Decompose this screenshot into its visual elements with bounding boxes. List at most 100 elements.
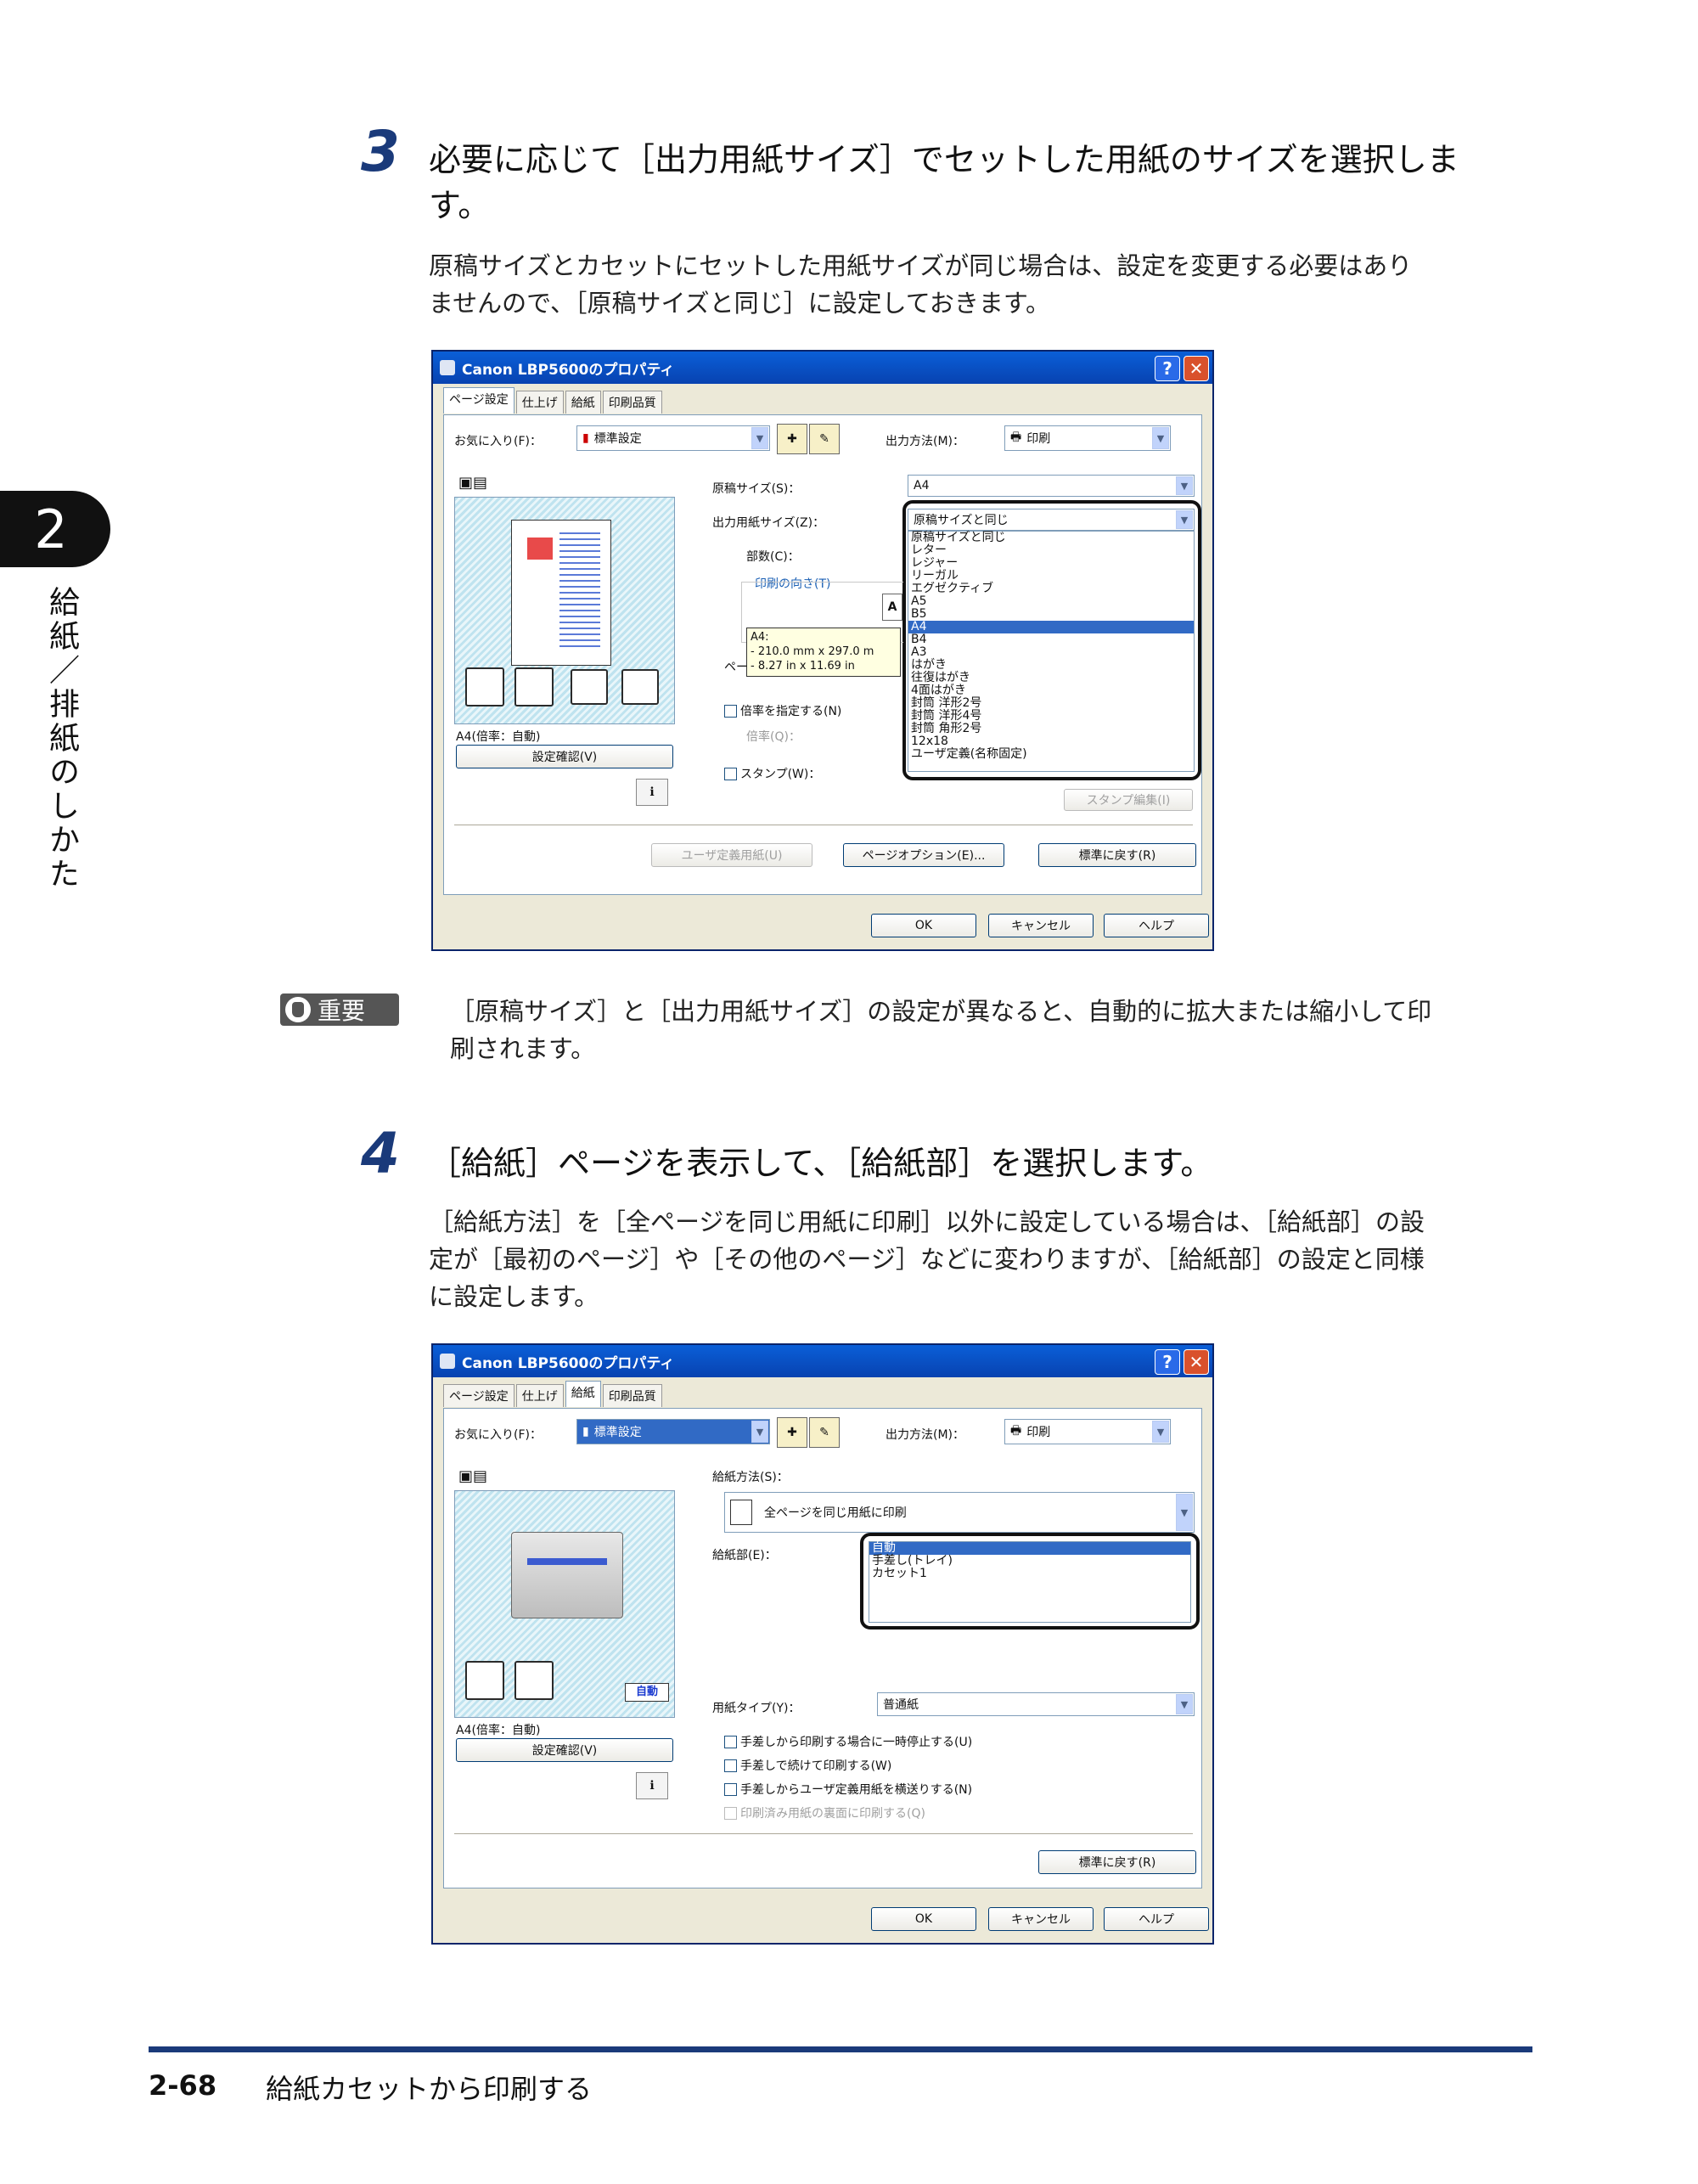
print-icon: 🖶: [1010, 1424, 1022, 1438]
copies-label: 部数(C)：: [746, 550, 800, 564]
feed-method-select[interactable]: 全ページを同じ用紙に印刷 ▼: [724, 1492, 1195, 1533]
stamp-edit-button[interactable]: スタンプ編集(I): [1064, 789, 1193, 811]
print-back-side-checkbox[interactable]: 印刷済み用紙の裏面に印刷する(Q): [724, 1804, 925, 1821]
chapter-number: 2: [34, 498, 68, 560]
color-icon[interactable]: [571, 669, 608, 705]
help-button[interactable]: ヘルプ: [1104, 914, 1209, 937]
output-method-label: 出力方法(M)：: [886, 1428, 965, 1442]
output-method-select[interactable]: 🖶 印刷 ▼: [1004, 1419, 1171, 1444]
page-size-select[interactable]: A4 ▼: [908, 475, 1195, 497]
tooltip-line: - 210.0 mm x 297.0 m: [751, 645, 874, 658]
tab-page-setup[interactable]: ページ設定: [443, 1384, 514, 1407]
edit-favorite-icon[interactable]: ✎: [809, 424, 840, 454]
important-badge: 重要: [280, 993, 399, 1026]
stamp-checkbox[interactable]: スタンプ(W)：: [724, 765, 820, 782]
thumbnail-text: [559, 532, 600, 651]
page-options-button[interactable]: ページオプション(E)...: [843, 843, 1004, 867]
orientation-portrait-icon[interactable]: A: [882, 594, 902, 621]
checkbox-box[interactable]: [724, 1735, 737, 1748]
checkbox-box[interactable]: [724, 704, 737, 718]
ok-button[interactable]: OK: [871, 914, 976, 937]
duplex-icon[interactable]: [514, 1661, 554, 1700]
checkbox-label: 手差しで続けて印刷する(W): [740, 1759, 892, 1773]
ok-button[interactable]: OK: [871, 1907, 976, 1931]
continuous-manual-feed-checkbox[interactable]: 手差しで続けて印刷する(W): [724, 1757, 891, 1774]
printer-properties-dialog-page-setup: Canon LBP5600のプロパティ ? ✕ ページ設定 仕上げ 給紙 印刷品…: [431, 350, 1214, 951]
dialog-title: Canon LBP5600のプロパティ: [462, 361, 675, 379]
footer-rule: [149, 2046, 1532, 2052]
checkbox-label: 手差しからユーザ定義用紙を横送りする(N): [740, 1783, 973, 1797]
tab-quality[interactable]: 印刷品質: [602, 391, 662, 414]
step-3-number: 3: [361, 119, 400, 184]
restore-defaults-button[interactable]: 標準に戻す(R): [1038, 1850, 1196, 1874]
custom-paper-button[interactable]: ユーザ定義用紙(U): [651, 843, 812, 867]
step-4-body-line2: 定が［最初のページ］や［その他のページ］などに変わりますが、［給紙部］の設定と同…: [429, 1245, 1425, 1274]
quality-icon[interactable]: [621, 669, 659, 705]
stamp-label: スタンプ(W)：: [740, 768, 821, 781]
favorites-select[interactable]: ▮ 標準設定 ▼: [576, 425, 770, 451]
auto-badge: 自動: [625, 1683, 669, 1702]
preview-toggle-icon[interactable]: ▣▤: [456, 1466, 490, 1485]
favorites-label: お気に入り(F)：: [454, 1428, 542, 1442]
preview-toggle-icon[interactable]: ▣▤: [456, 473, 490, 492]
step-3-body-line2: ませんので、［原稿サイズと同じ］に設定しておきます。: [429, 289, 1050, 318]
scaling-checkbox[interactable]: 倍率を指定する(N): [724, 702, 841, 719]
settings-confirm-button[interactable]: 設定確認(V): [456, 1738, 673, 1762]
checkbox-box[interactable]: [724, 1759, 737, 1772]
page-preview: [454, 497, 675, 724]
favorites-select[interactable]: ▮ 標準設定 ▼: [576, 1419, 770, 1444]
tab-paper-source[interactable]: 給紙: [565, 1381, 601, 1407]
highlight-outline: [902, 500, 1201, 780]
help-button[interactable]: ヘルプ: [1104, 1907, 1209, 1931]
help-icon[interactable]: ?: [1155, 1349, 1180, 1375]
info-icon[interactable]: ℹ: [636, 779, 668, 806]
tab-quality[interactable]: 印刷品質: [602, 1384, 662, 1407]
step-4-title: ［給紙］ページを表示して、［給紙部］を選択します。: [429, 1145, 1213, 1182]
chevron-down-icon: ▼: [1176, 1494, 1193, 1531]
preview-caption: A4(倍率：自動): [456, 1724, 541, 1737]
settings-confirm-button[interactable]: 設定確認(V): [456, 745, 673, 768]
printer-properties-dialog-paper-source: Canon LBP5600のプロパティ ? ✕ ページ設定 仕上げ 給紙 印刷品…: [431, 1343, 1214, 1945]
page-thumbnail: [511, 520, 611, 666]
custom-paper-landscape-checkbox[interactable]: 手差しからユーザ定義用紙を横送りする(N): [724, 1781, 972, 1798]
info-icon[interactable]: ℹ: [636, 1772, 668, 1799]
restore-defaults-button[interactable]: 標準に戻す(R): [1038, 843, 1196, 867]
add-favorite-icon[interactable]: ✚: [777, 1417, 807, 1448]
dialog-title: Canon LBP5600のプロパティ: [462, 1354, 675, 1372]
footer-title: 給紙カセットから印刷する: [266, 2073, 593, 2105]
output-method-select[interactable]: 🖶 印刷 ▼: [1004, 425, 1171, 451]
printer-tray: [527, 1558, 607, 1565]
important-badge-label: 重要: [318, 997, 366, 1025]
checkbox-box[interactable]: [724, 1782, 737, 1796]
step-4-body-line1: ［給紙方法］を［全ページを同じ用紙に印刷］以外に設定している場合は、［給紙部］の…: [429, 1207, 1425, 1236]
tab-paper-source[interactable]: 給紙: [565, 391, 601, 414]
favorites-value: 標準設定: [593, 1426, 642, 1439]
add-favorite-icon[interactable]: ✚: [777, 424, 807, 454]
checkbox-label: 手差しから印刷する場合に一時停止する(U): [740, 1736, 973, 1749]
duplex-icon[interactable]: [514, 667, 554, 706]
important-line2: 刷されます。: [450, 1034, 596, 1063]
highlight-outline: [860, 1533, 1200, 1630]
tab-finishing[interactable]: 仕上げ: [515, 1384, 564, 1407]
paper-type-label: 用紙タイプ(Y)：: [712, 1702, 801, 1715]
tab-page-setup[interactable]: ページ設定: [443, 387, 514, 414]
chapter-tab: 2: [0, 491, 110, 567]
feed-method-value: 全ページを同じ用紙に印刷: [764, 1506, 907, 1520]
checkbox-box[interactable]: [724, 1806, 737, 1820]
scaling-label: 倍率を指定する(N): [740, 705, 842, 718]
tab-finishing[interactable]: 仕上げ: [515, 391, 564, 414]
help-icon[interactable]: ?: [1155, 356, 1180, 381]
layout-icon[interactable]: [465, 1661, 504, 1700]
paper-type-select[interactable]: 普通紙 ▼: [877, 1692, 1195, 1716]
close-icon[interactable]: ✕: [1184, 1349, 1209, 1375]
checkbox-box[interactable]: [724, 767, 737, 780]
pause-manual-feed-checkbox[interactable]: 手差しから印刷する場合に一時停止する(U): [724, 1733, 972, 1750]
layout-icon[interactable]: [465, 667, 504, 706]
chevron-down-icon: ▼: [751, 427, 768, 449]
cancel-button[interactable]: キャンセル: [988, 1907, 1094, 1931]
close-icon[interactable]: ✕: [1184, 356, 1209, 381]
page-layout-label: ペー: [724, 661, 748, 674]
cancel-button[interactable]: キャンセル: [988, 914, 1094, 937]
printer-preview: 自動: [454, 1490, 675, 1718]
edit-favorite-icon[interactable]: ✎: [809, 1417, 840, 1448]
